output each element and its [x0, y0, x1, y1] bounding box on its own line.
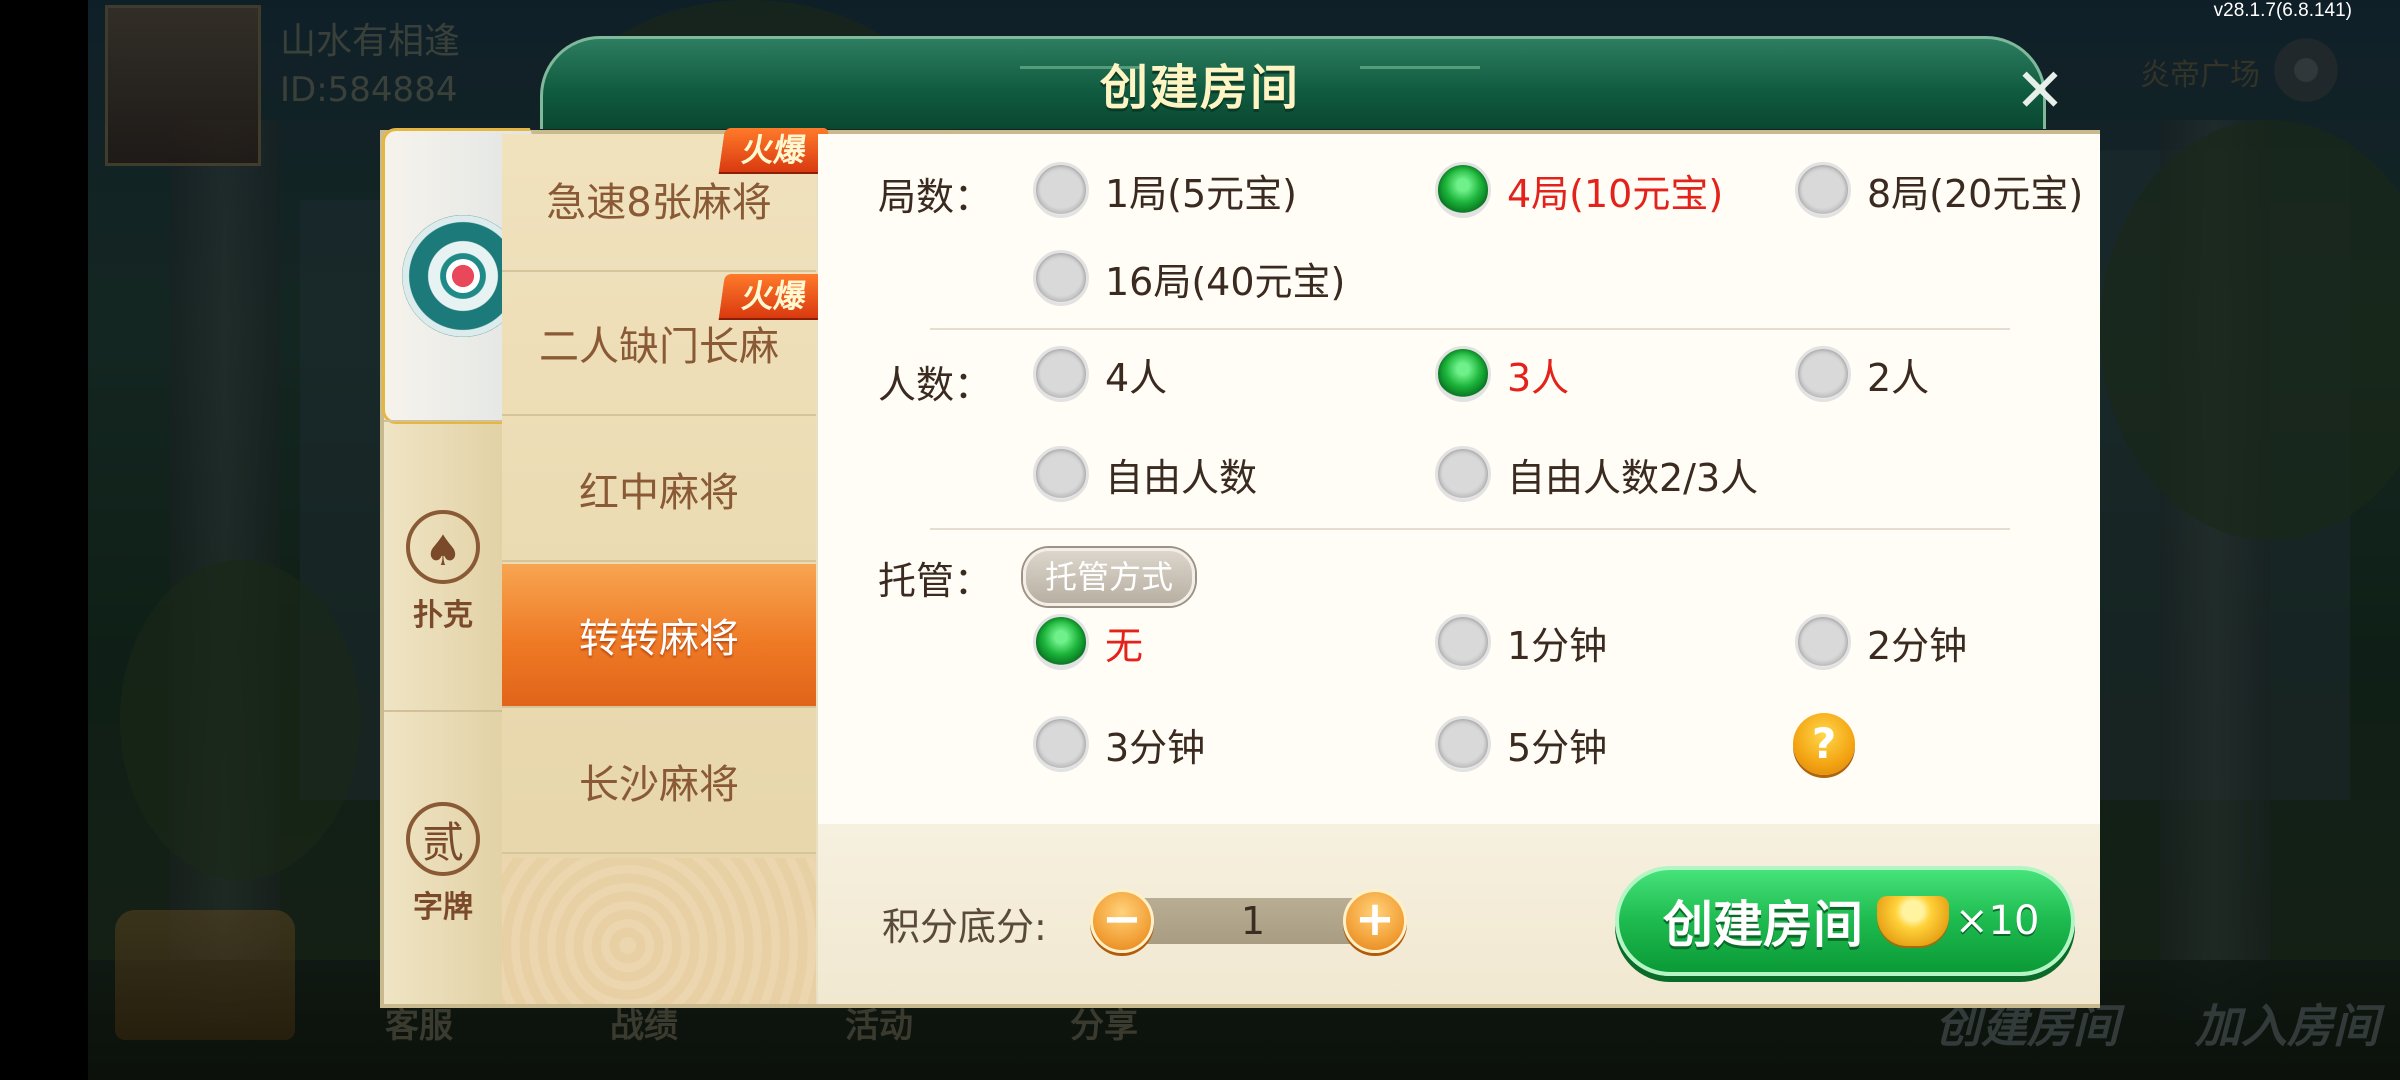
trustee-option-1min[interactable]: 1分钟: [1435, 614, 1607, 670]
gold-ingot-icon: [1877, 896, 1949, 946]
players-option-4[interactable]: 4人: [1033, 346, 1167, 402]
score-value: 1: [1240, 899, 1266, 943]
radio-icon: [1795, 346, 1851, 402]
players-option-free[interactable]: 自由人数: [1033, 446, 1257, 502]
category-zipai-label: 字牌: [413, 890, 473, 925]
radio-icon: [1435, 716, 1491, 772]
trustee-label: 托管：: [878, 559, 993, 603]
radio-icon: [1033, 716, 1089, 772]
version-text: v28.1.7(6.8.141): [2213, 0, 2352, 21]
score-label: 积分底分:: [882, 905, 1047, 949]
category-zipai[interactable]: 贰 字牌: [384, 802, 502, 926]
trustee-option-5min[interactable]: 5分钟: [1435, 716, 1607, 772]
radio-icon: [1795, 614, 1851, 670]
radio-icon: [1033, 346, 1089, 402]
close-button[interactable]: ✕: [2010, 56, 2070, 126]
spade-icon: ♠: [406, 510, 480, 584]
radio-icon: [1033, 446, 1089, 502]
rounds-option-1[interactable]: 1局(5元宝): [1033, 162, 1297, 218]
trustee-option-none[interactable]: 无: [1033, 614, 1143, 670]
help-icon[interactable]: ?: [1793, 713, 1855, 775]
rounds-option-4[interactable]: 4局(10元宝): [1435, 162, 1723, 218]
radio-icon: [1033, 250, 1089, 306]
radio-selected-icon: [1435, 346, 1491, 402]
radio-icon: [1435, 446, 1491, 502]
rounds-option-8[interactable]: 8局(20元宝): [1795, 162, 2083, 218]
category-poker-label: 扑克: [413, 598, 473, 633]
score-increase-button[interactable]: +: [1343, 889, 1407, 953]
players-label: 人数：: [878, 363, 993, 407]
hot-badge: 火爆: [718, 274, 830, 318]
radio-icon: [1795, 162, 1851, 218]
players-option-3[interactable]: 3人: [1435, 346, 1569, 402]
score-decrease-button[interactable]: −: [1090, 889, 1154, 953]
game-item-zhuanzhuan[interactable]: 转转麻将: [502, 564, 816, 708]
game-item-changsha[interactable]: 长沙麻将: [502, 710, 816, 854]
radio-icon: [1435, 614, 1491, 670]
hot-badge: 火爆: [718, 128, 830, 172]
trustee-option-3min[interactable]: 3分钟: [1033, 716, 1205, 772]
create-room-label: 创建房间: [1663, 896, 1863, 954]
trustee-option-2min[interactable]: 2分钟: [1795, 614, 1967, 670]
zipai-icon: 贰: [406, 802, 480, 876]
rounds-option-16[interactable]: 16局(40元宝): [1033, 250, 1345, 306]
category-poker[interactable]: ♠ 扑克: [384, 510, 502, 634]
radio-selected-icon: [1435, 162, 1491, 218]
radio-icon: [1033, 162, 1089, 218]
trustee-mode-tag: 托管方式: [1023, 548, 1195, 606]
create-room-cost: ×10: [1955, 898, 2040, 944]
create-room-button[interactable]: 创建房间 ×10: [1615, 866, 2075, 976]
rounds-label: 局数：: [878, 175, 993, 219]
players-option-free-2-3[interactable]: 自由人数2/3人: [1435, 446, 1758, 502]
radio-selected-icon: [1033, 614, 1089, 670]
players-option-2[interactable]: 2人: [1795, 346, 1929, 402]
game-item-hongzhong[interactable]: 红中麻将: [502, 418, 816, 562]
